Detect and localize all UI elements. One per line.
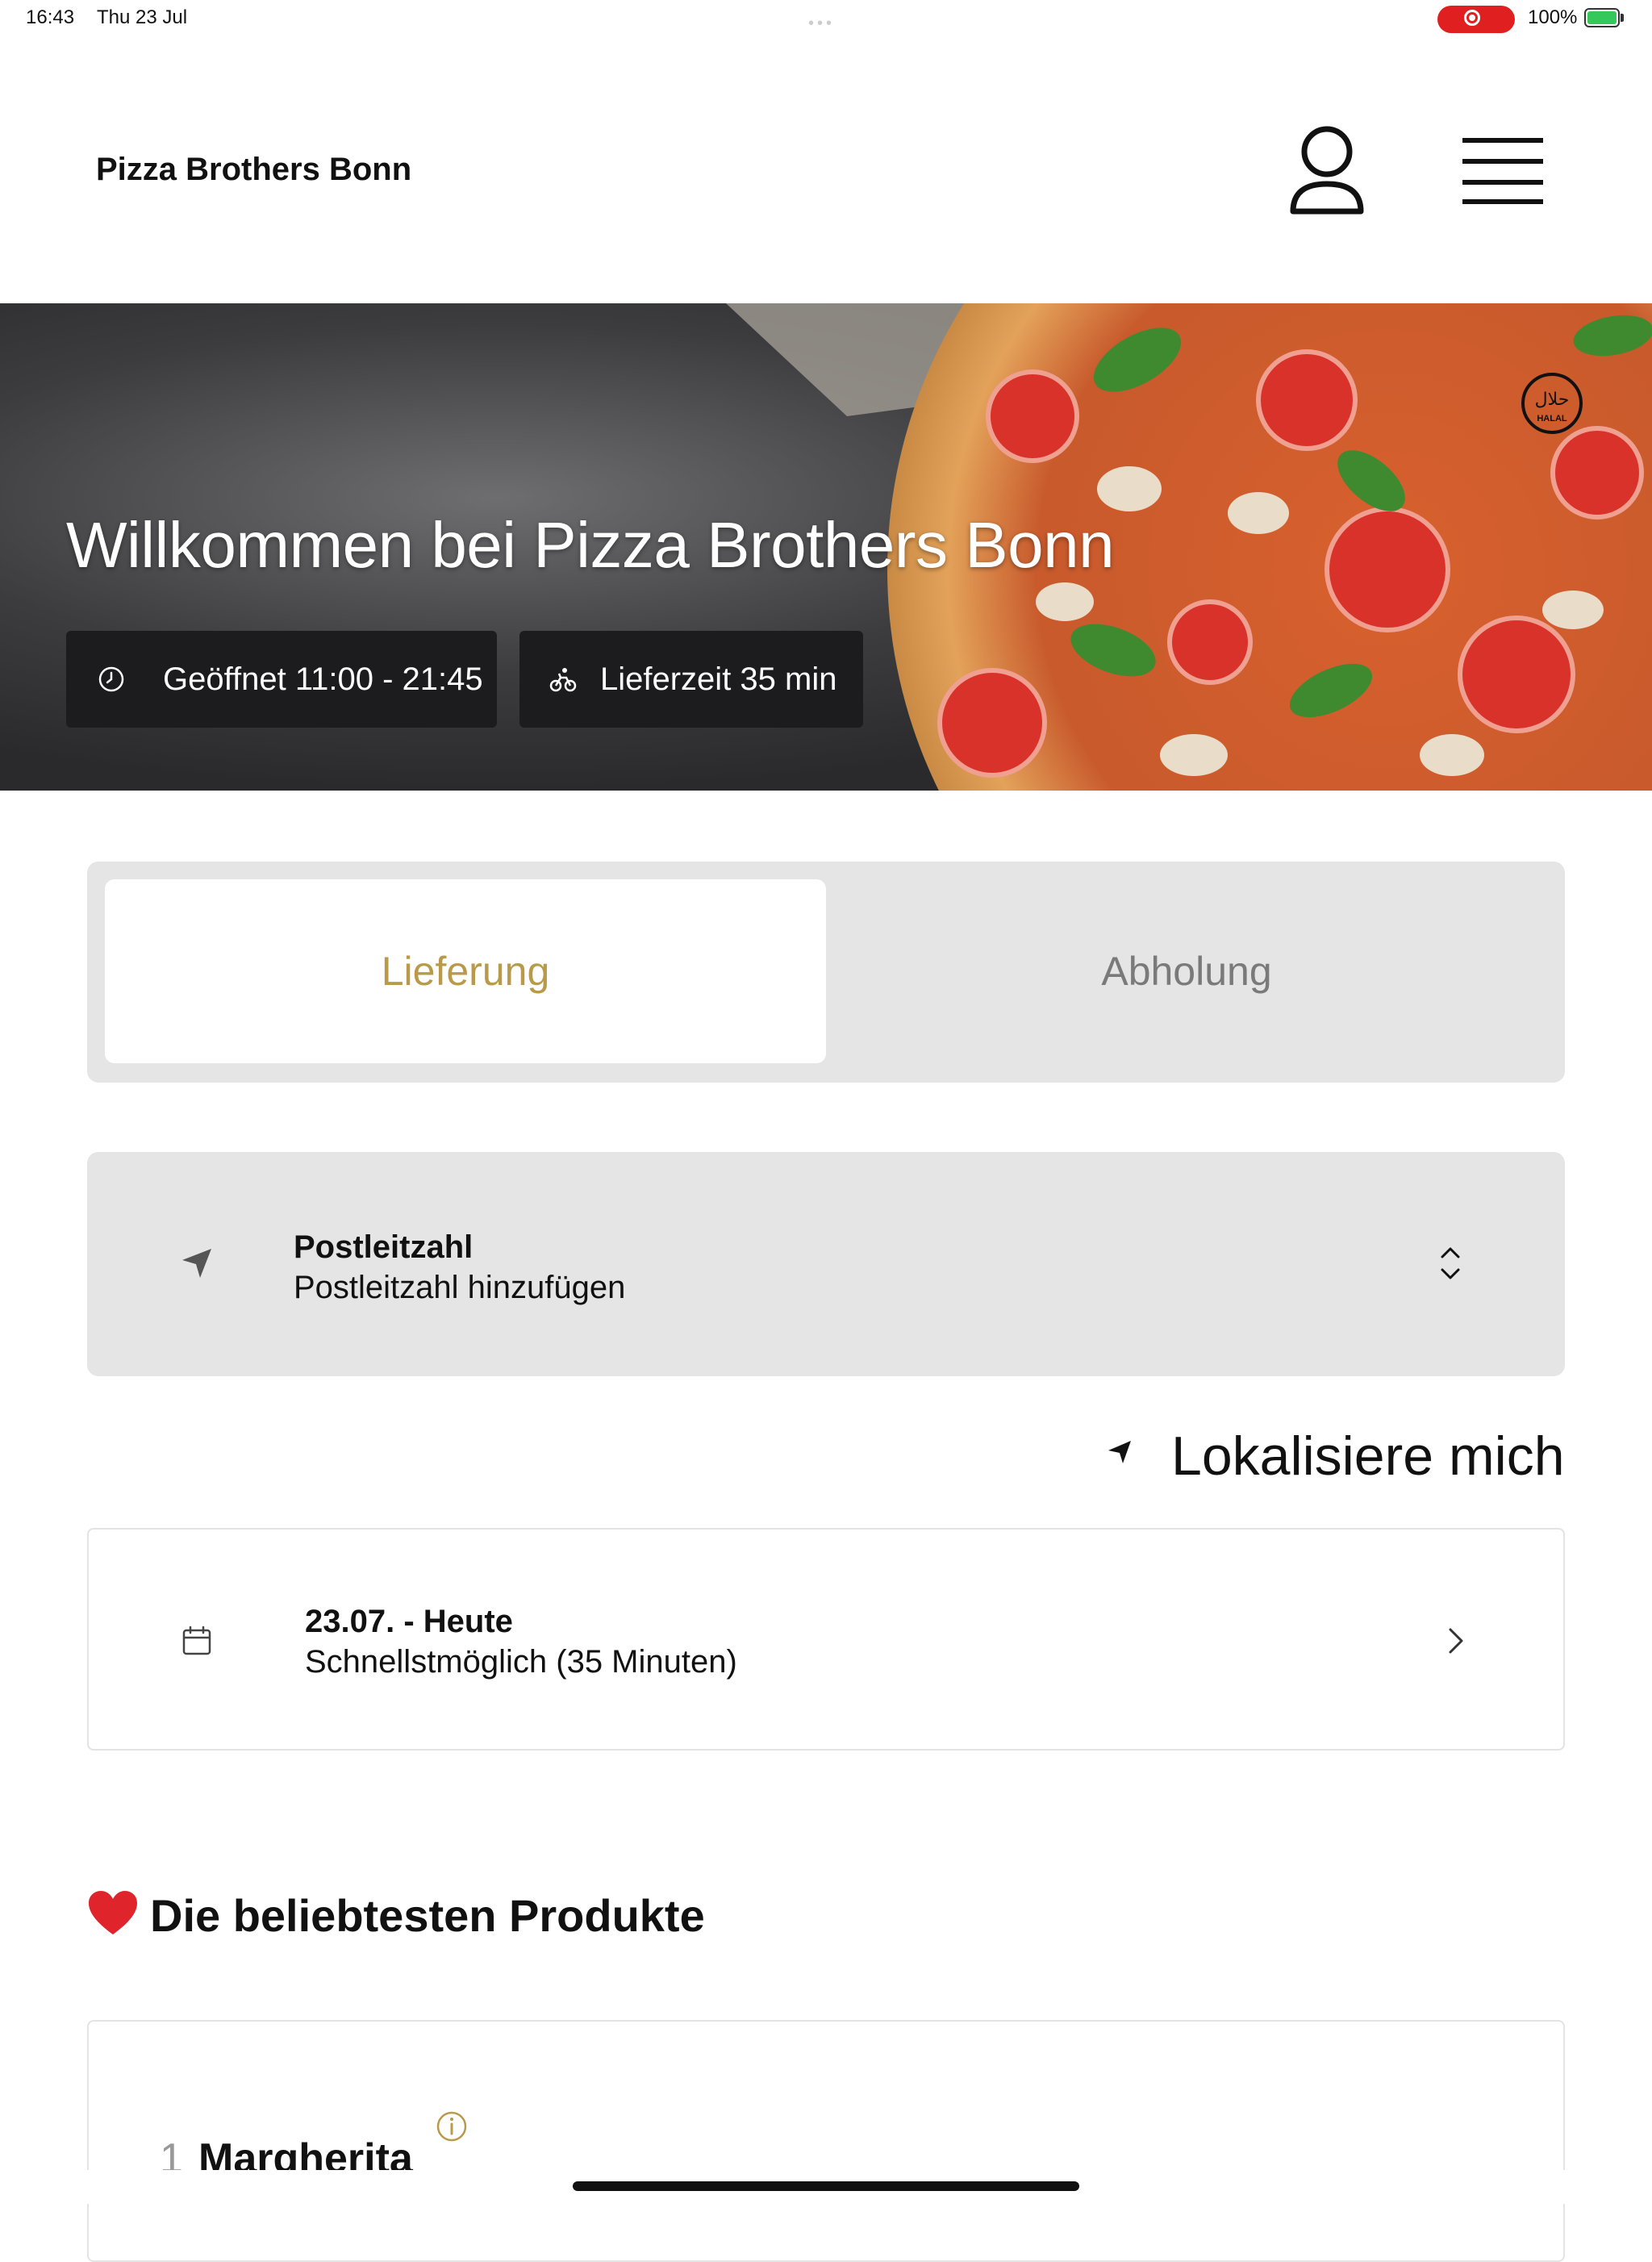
svg-text:HALAL: HALAL <box>1537 414 1567 424</box>
opening-hours-pill: Geöffnet 11:00 - 21:45 <box>66 631 497 728</box>
postcode-value: Postleitzahl hinzufügen <box>294 1270 626 1305</box>
tab-delivery[interactable]: Lieferung <box>105 879 826 1063</box>
status-bar: 16:43 Thu 23 Jul ••• 100% <box>0 0 1652 39</box>
hero-title: Willkommen bei Pizza Brothers Bonn <box>66 509 1115 581</box>
schedule-date: 23.07. - Heute <box>305 1604 513 1639</box>
battery-icon <box>1584 8 1620 27</box>
svg-text:حلال: حلال <box>1535 390 1570 410</box>
schedule-time: Schnellstmöglich (35 Minuten) <box>305 1644 737 1680</box>
chevron-right-icon <box>1449 1628 1463 1654</box>
opening-hours-text: Geöffnet 11:00 - 21:45 <box>163 661 483 697</box>
delivery-time-selector[interactable]: 23.07. - Heute Schnellstmöglich (35 Minu… <box>87 1528 1565 1751</box>
battery-cap <box>1621 14 1624 22</box>
halal-icon: حلال HALAL <box>1521 373 1583 434</box>
locate-me-button[interactable]: Lokalisiere mich <box>1105 1420 1565 1487</box>
chevron-up-down-icon <box>1441 1247 1460 1279</box>
person-icon <box>1290 126 1364 215</box>
popular-products-heading: Die beliebtesten Produkte <box>87 1889 705 1942</box>
postcode-label: Postleitzahl <box>294 1229 473 1265</box>
battery-percentage: 100% <box>1528 6 1578 28</box>
order-mode-toggle: Lieferung Abholung <box>87 862 1565 1083</box>
postcode-selector[interactable]: Postleitzahl Postleitzahl hinzufügen <box>87 1152 1565 1376</box>
tab-pickup[interactable]: Abholung <box>826 879 1547 1063</box>
delivery-time-text: Lieferzeit 35 min <box>600 661 837 697</box>
product-card[interactable]: 1 Margherita <box>87 2020 1565 2262</box>
locate-me-label: Lokalisiere mich <box>1171 1425 1565 1487</box>
delivery-time-pill: Lieferzeit 35 min <box>519 631 863 728</box>
calendar-icon <box>182 1626 211 1655</box>
hamburger-menu-icon <box>1462 138 1543 204</box>
record-icon <box>1464 10 1480 26</box>
menu-button[interactable] <box>1458 133 1547 206</box>
multitasking-dots-icon[interactable]: ••• <box>808 15 835 33</box>
clock-icon <box>98 666 124 692</box>
popular-products-title: Die beliebtesten Produkte <box>150 1890 705 1941</box>
heart-icon <box>89 1891 137 1934</box>
status-time: 16:43 <box>26 6 75 28</box>
brand-name[interactable]: Pizza Brothers Bonn <box>96 152 411 188</box>
info-icon[interactable] <box>436 2110 468 2143</box>
status-date: Thu 23 Jul <box>97 6 188 28</box>
bicycle-courier-icon <box>549 668 577 692</box>
location-arrow-icon <box>182 1249 211 1278</box>
halal-badge: حلال HALAL <box>1520 371 1584 436</box>
account-button[interactable] <box>1287 121 1367 218</box>
location-arrow-icon <box>1108 1441 1131 1463</box>
home-indicator[interactable] <box>573 2181 1079 2191</box>
